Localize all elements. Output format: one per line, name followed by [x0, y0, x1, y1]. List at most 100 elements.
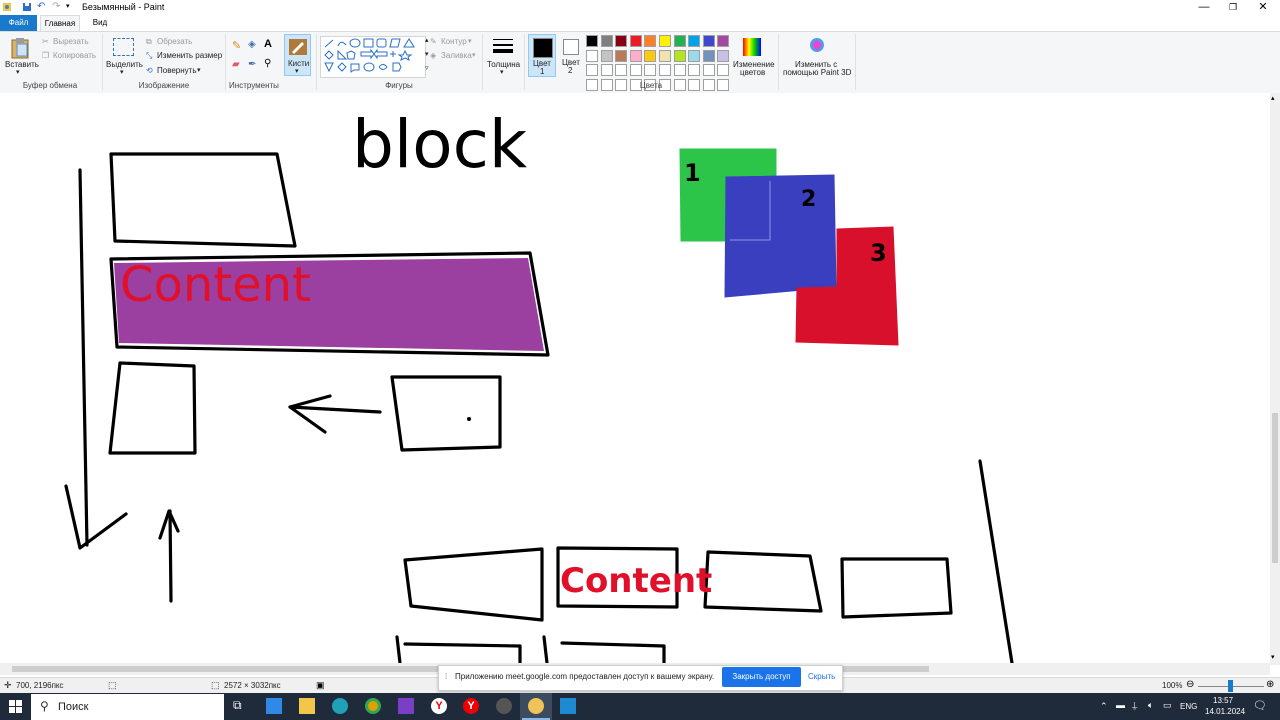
- magnifier-icon[interactable]: ⚲: [264, 58, 271, 69]
- eraser-icon[interactable]: ▰: [232, 59, 240, 70]
- fill-dropdown-icon[interactable]: ▾: [472, 51, 476, 59]
- hide-banner-link[interactable]: Скрыть: [808, 667, 835, 687]
- tray-expand-icon[interactable]: ⌃: [1100, 701, 1108, 712]
- palette-swatch[interactable]: [644, 35, 657, 47]
- undo-icon[interactable]: ↶: [37, 2, 47, 12]
- minimize-button[interactable]: —: [1188, 0, 1220, 15]
- store-icon[interactable]: [266, 698, 282, 714]
- outline-dropdown-icon[interactable]: ▾: [468, 37, 472, 45]
- scroll-up-icon[interactable]: ▴: [1271, 94, 1275, 102]
- fill-bucket-icon[interactable]: ◈: [248, 39, 256, 50]
- yandex-browser-icon[interactable]: Y: [431, 698, 447, 714]
- clock-time[interactable]: 13:57: [1213, 696, 1233, 705]
- text-tool-icon[interactable]: A: [264, 38, 272, 50]
- windows-start-icon[interactable]: [9, 700, 22, 713]
- palette-swatch[interactable]: [659, 49, 671, 62]
- palette-swatch[interactable]: [702, 35, 715, 47]
- palette-swatch[interactable]: [600, 49, 613, 62]
- zoom-slider-thumb[interactable]: [1228, 680, 1233, 692]
- palette-swatch[interactable]: [717, 64, 730, 76]
- shapes-more-icon[interactable]: ▿: [425, 64, 429, 72]
- palette-swatch[interactable]: [673, 35, 686, 47]
- palette-swatch[interactable]: [717, 35, 730, 47]
- obs-icon[interactable]: [496, 698, 512, 714]
- zoom-in-icon[interactable]: ⊕: [1266, 679, 1274, 690]
- select-icon[interactable]: [113, 38, 134, 56]
- color1-button[interactable]: Цвет 1: [528, 34, 556, 77]
- palette-swatch[interactable]: [586, 35, 598, 47]
- edge-icon[interactable]: [332, 698, 348, 714]
- pencil-icon[interactable]: ✎: [232, 39, 241, 52]
- select-button[interactable]: Выделить: [106, 60, 143, 69]
- clock-date[interactable]: 14.01.2024: [1205, 707, 1245, 716]
- save-icon[interactable]: [22, 2, 32, 12]
- copy-button[interactable]: Копировать: [53, 51, 96, 60]
- palette-swatch[interactable]: [688, 49, 701, 62]
- notifications-icon[interactable]: 🗨︎: [1253, 699, 1267, 712]
- palette-swatch[interactable]: [586, 49, 598, 62]
- crop-button[interactable]: Обрезать: [157, 37, 192, 46]
- tray-app-icon[interactable]: ▬: [1116, 700, 1125, 710]
- paste-dropdown-icon[interactable]: ▾: [16, 68, 20, 76]
- paint3d-icon[interactable]: [808, 37, 826, 57]
- size-icon[interactable]: [492, 37, 514, 55]
- palette-swatch[interactable]: [717, 49, 730, 62]
- palette-swatch[interactable]: [629, 64, 642, 76]
- rotate-dropdown-icon[interactable]: ▾: [197, 66, 201, 74]
- shapes-scroll-down-icon[interactable]: ▾: [425, 50, 429, 58]
- tab-file[interactable]: Файл: [0, 15, 37, 31]
- outline-button[interactable]: Контур: [441, 37, 467, 46]
- stop-sharing-button[interactable]: Закрыть доступ: [722, 667, 801, 687]
- palette-swatch[interactable]: [615, 35, 628, 47]
- palette-swatch[interactable]: [629, 35, 642, 47]
- palette-swatch[interactable]: [688, 64, 701, 76]
- drag-handle-icon[interactable]: ⁞: [445, 672, 447, 681]
- color-picker-icon[interactable]: ✒: [248, 59, 256, 70]
- palette-swatch[interactable]: [702, 64, 715, 76]
- visual-studio-icon[interactable]: [398, 698, 414, 714]
- palette-swatch[interactable]: [615, 49, 628, 62]
- rotate-icon[interactable]: ⟲: [146, 66, 153, 75]
- tab-home[interactable]: Главная: [40, 15, 80, 31]
- palette-swatch[interactable]: [615, 64, 628, 76]
- shapes-gallery[interactable]: [320, 36, 426, 78]
- paste-icon[interactable]: [10, 37, 30, 59]
- rotate-button[interactable]: Повернуть: [157, 66, 197, 75]
- color-palette[interactable]: [586, 35, 732, 91]
- palette-swatch[interactable]: [644, 64, 657, 76]
- select-dropdown-icon[interactable]: ▾: [120, 68, 124, 76]
- fill-button[interactable]: Заливка: [441, 51, 472, 60]
- resize-button[interactable]: Изменить размер: [157, 51, 222, 60]
- close-button[interactable]: ✕: [1247, 0, 1279, 15]
- taskbar-paint-active[interactable]: [520, 693, 552, 720]
- tab-view[interactable]: Вид: [85, 15, 115, 31]
- palette-swatch[interactable]: [688, 35, 701, 47]
- palette-swatch[interactable]: [629, 49, 642, 62]
- copy-icon[interactable]: ❐: [42, 51, 49, 60]
- redo-icon[interactable]: ↷: [52, 2, 62, 12]
- volume-icon[interactable]: 🔈︎: [1148, 700, 1153, 711]
- chrome-icon[interactable]: [365, 698, 381, 714]
- outline-icon[interactable]: ✎: [430, 37, 437, 46]
- quick-access-dropdown-icon[interactable]: ▾: [66, 2, 76, 12]
- language-indicator[interactable]: ENG: [1180, 702, 1197, 711]
- palette-swatch[interactable]: [600, 64, 613, 76]
- palette-swatch[interactable]: [586, 64, 598, 76]
- palette-swatch[interactable]: [702, 49, 715, 62]
- vscode-icon[interactable]: [560, 698, 576, 714]
- vertical-scrollbar[interactable]: ▴ ▾: [1270, 93, 1280, 665]
- palette-swatch[interactable]: [644, 49, 657, 62]
- resize-icon[interactable]: ⤡: [146, 51, 152, 61]
- maximize-button[interactable]: ❐: [1217, 0, 1249, 15]
- cut-button[interactable]: Вырезать: [53, 37, 89, 46]
- palette-swatch[interactable]: [673, 64, 686, 76]
- palette-swatch[interactable]: [600, 35, 613, 47]
- edit-colors-icon[interactable]: [742, 37, 762, 57]
- color2-button[interactable]: Цвет 2: [560, 34, 582, 77]
- cut-icon[interactable]: ✂: [42, 37, 49, 46]
- zoom-out-icon[interactable]: ⊖: [1186, 679, 1194, 690]
- file-explorer-icon[interactable]: [299, 698, 315, 714]
- yandex-icon[interactable]: Y: [463, 698, 479, 714]
- fill-icon[interactable]: ◈: [430, 51, 436, 60]
- canvas[interactable]: 1 2 3 block Content Content: [0, 93, 1270, 663]
